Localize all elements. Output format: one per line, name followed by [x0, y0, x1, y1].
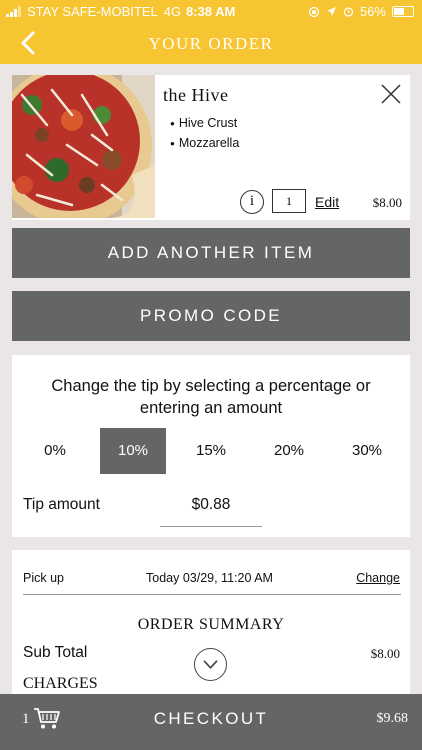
- quantity-field[interactable]: [272, 189, 306, 213]
- tip-options: 0% 10% 15% 20% 30%: [22, 428, 400, 474]
- pickup-time: Today 03/29, 11:20 AM: [146, 571, 273, 585]
- checkout-total: $9.68: [376, 711, 409, 726]
- remove-item-close-icon[interactable]: [380, 83, 402, 105]
- alarm-icon: [343, 7, 354, 17]
- charges-label: CHARGES: [23, 675, 98, 692]
- orientation-lock-icon: [308, 6, 320, 17]
- tip-option-20[interactable]: 20%: [256, 428, 322, 474]
- tip-card: Change the tip by selecting a percentage…: [12, 355, 410, 537]
- item-options-list: Hive Crust Mozzarella: [170, 114, 239, 154]
- order-item-card: the Hive Hive Crust Mozzarella i Edit $8…: [12, 75, 410, 220]
- tip-option-0[interactable]: 0%: [22, 428, 88, 474]
- signal-icon: [6, 6, 21, 17]
- divider: [23, 594, 401, 595]
- item-option: Mozzarella: [170, 134, 239, 154]
- order-summary-card: Pick up Today 03/29, 11:20 AM Change ORD…: [12, 550, 410, 700]
- order-summary-title: ORDER SUMMARY: [137, 616, 285, 633]
- page-title: YOUR ORDER: [148, 34, 274, 53]
- tip-option-15[interactable]: 15%: [178, 428, 244, 474]
- checkout-label: CHECKOUT: [153, 709, 269, 728]
- status-right: 56%: [308, 4, 414, 19]
- item-info-icon[interactable]: i: [240, 190, 264, 214]
- header: YOUR ORDER: [0, 22, 422, 64]
- pizza-photo: [12, 75, 155, 218]
- location-icon: [326, 7, 336, 16]
- status-left: STAY SAFE-MOBITEL 4G: [6, 4, 181, 19]
- pickup-label: Pick up: [23, 571, 64, 585]
- item-price: $8.00: [372, 195, 402, 210]
- status-bar: STAY SAFE-MOBITEL 4G 8:38 AM 56%: [0, 0, 422, 22]
- network-type: 4G: [163, 4, 182, 19]
- add-another-item-button[interactable]: ADD ANOTHER ITEM: [12, 228, 410, 278]
- edit-item-link[interactable]: Edit: [315, 194, 339, 210]
- promo-code-button[interactable]: PROMO CODE: [12, 291, 410, 341]
- tip-amount-label: Tip amount: [23, 496, 100, 513]
- status-time: 8:38 AM: [186, 4, 236, 19]
- top-bar: STAY SAFE-MOBITEL 4G 8:38 AM 56% YOUR OR…: [0, 0, 422, 64]
- battery-icon: [392, 6, 414, 17]
- carrier-name: STAY SAFE-MOBITEL: [27, 4, 158, 19]
- tip-prompt: Change the tip by selecting a percentage…: [51, 377, 371, 417]
- tip-option-30[interactable]: 30%: [334, 428, 400, 474]
- tip-option-10[interactable]: 10%: [100, 428, 166, 474]
- item-name: the Hive: [163, 85, 229, 105]
- item-option: Hive Crust: [170, 114, 239, 134]
- expand-chevron-down-icon[interactable]: [194, 648, 227, 681]
- tip-amount-field[interactable]: $0.88: [160, 489, 262, 527]
- change-pickup-link[interactable]: Change: [356, 571, 400, 585]
- battery-percent: 56%: [359, 4, 386, 19]
- subtotal-label: Sub Total: [23, 644, 88, 661]
- subtotal-value: $8.00: [370, 646, 400, 661]
- checkout-button[interactable]: 1 CHECKOUT $9.68: [0, 694, 422, 750]
